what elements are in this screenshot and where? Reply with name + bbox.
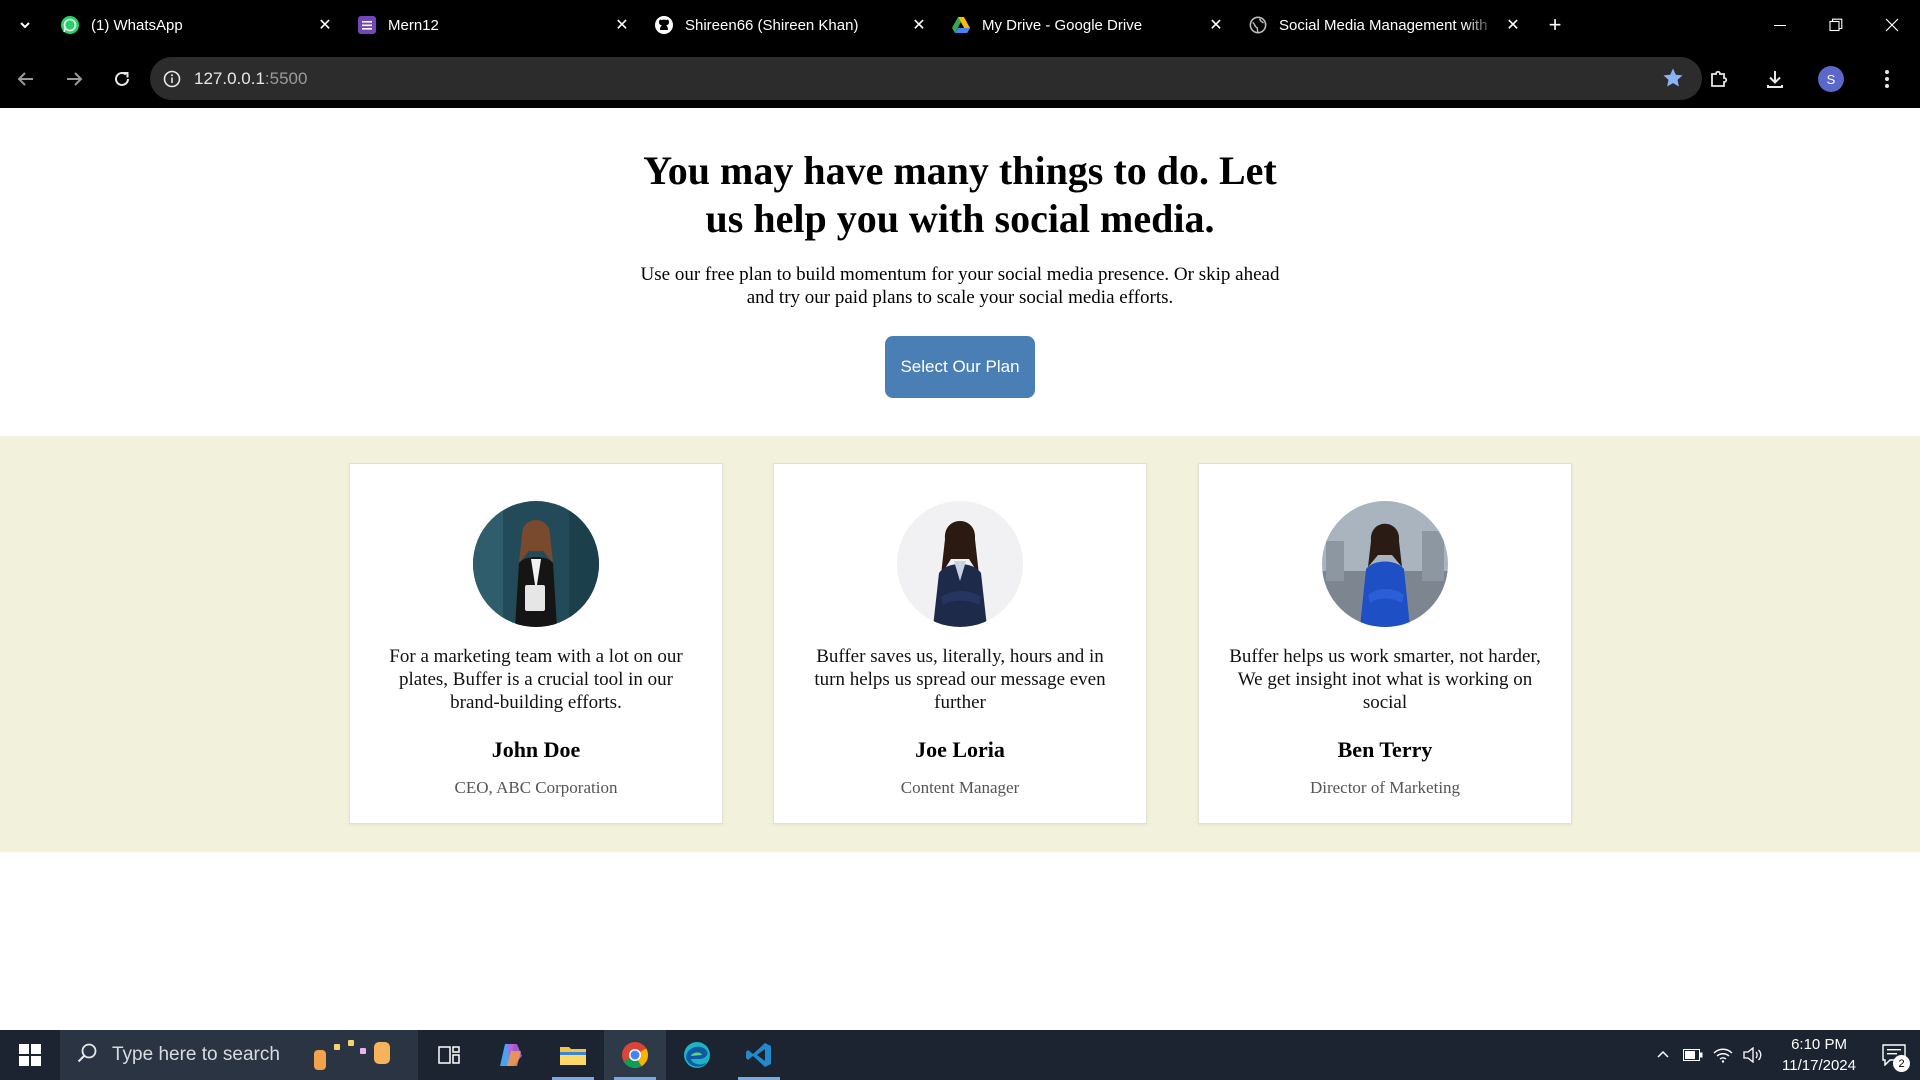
chrome-icon[interactable] [604,1030,666,1080]
testimonial-role: Director of Marketing [1309,778,1461,797]
minimize-icon[interactable] [1752,0,1808,50]
clock-time: 6:10 PM [1791,1036,1847,1053]
tab-title: Shireen66 (Shireen Khan) [685,16,859,34]
windows-start-icon[interactable] [0,1030,60,1080]
system-clock[interactable]: 6:10 PM 11/17/2024 [1782,1034,1856,1076]
wifi-icon[interactable] [1708,1030,1738,1080]
close-tab-icon[interactable]: ✕ [1206,15,1226,35]
close-window-icon[interactable] [1864,0,1920,50]
google-drive-icon [951,15,971,35]
whatsapp-icon [60,15,80,35]
close-tab-icon[interactable]: ✕ [909,15,929,35]
taskbar-search-box[interactable]: Type here to search [60,1030,418,1080]
tab-title: (1) WhatsApp [91,16,183,34]
hero-title: You may have many things to do. Let us h… [643,148,1277,241]
globe-icon [1248,15,1268,35]
address-bar[interactable]: 127.0.0.1:5500 [150,57,1702,100]
testimonial-name: Ben Terry [1337,737,1433,762]
system-tray: 6:10 PM 11/17/2024 2 [1648,1030,1920,1080]
profile-avatar[interactable]: S [1808,56,1854,102]
reload-icon[interactable] [100,57,144,101]
search-placeholder: Type here to search [112,1044,280,1065]
download-icon[interactable] [1752,56,1798,102]
bookmark-star-icon[interactable] [1662,67,1684,94]
select-plan-button[interactable]: Select Our Plan [885,336,1035,398]
windows-taskbar: Type here to search 6:10 PM 11/17/2024 2 [0,1030,1920,1080]
tab-whatsapp[interactable]: (1) WhatsApp ✕ [50,7,347,43]
close-tab-icon[interactable]: ✕ [612,15,632,35]
new-tab-plus-icon[interactable]: + [1535,7,1575,43]
url-port: :5500 [264,68,308,88]
tab-mern12[interactable]: Mern12 ✕ [347,7,644,43]
tab-search-chevron-icon[interactable] [0,0,50,50]
avatar [473,501,599,627]
testimonial-card: Buffer helps us work smarter, not harder… [1198,463,1572,824]
browser-toolbar: 127.0.0.1:5500 S [0,50,1920,108]
tab-title: My Drive - Google Drive [982,16,1143,34]
extensions-puzzle-icon[interactable] [1696,56,1742,102]
volume-icon[interactable] [1738,1030,1768,1080]
task-view-icon[interactable] [418,1030,480,1080]
site-info-icon[interactable] [150,57,194,100]
tab-google-drive[interactable]: My Drive - Google Drive ✕ [941,7,1238,43]
notification-center-icon[interactable]: 2 [1874,1030,1914,1080]
profile-initial: S [1818,66,1844,92]
hero-section: You may have many things to do. Let us h… [0,108,1920,436]
testimonial-card: Buffer saves us, literally, hours and in… [773,463,1147,824]
clock-date: 11/17/2024 [1782,1057,1856,1074]
tab-title: Mern12 [388,16,439,34]
hero-subtitle: Use our free plan to build momentum for … [640,264,1280,308]
tab-title: Social Media Management with [1279,16,1488,34]
search-icon [76,1042,98,1069]
testimonial-card: For a marketing team with a lot on our p… [349,463,723,824]
avatar [1322,501,1448,627]
kebab-menu-icon[interactable] [1864,56,1910,102]
testimonial-quote: Buffer helps us work smarter, not harder… [1229,646,1541,713]
browser-tab-strip: (1) WhatsApp ✕ Mern12 ✕ Shireen66 (Shire… [0,0,1920,50]
vscode-icon[interactable] [728,1030,790,1080]
testimonial-name: John Doe [491,737,581,762]
tab-github[interactable]: Shireen66 (Shireen Khan) ✕ [644,7,941,43]
forms-icon [357,15,377,35]
testimonial-quote: For a marketing team with a lot on our p… [389,646,683,713]
testimonial-role: CEO, ABC Corporation [454,778,618,797]
url-text: 127.0.0.1:5500 [194,69,307,89]
search-highlight-illustration-icon [308,1038,404,1072]
close-tab-icon[interactable]: ✕ [1503,15,1523,35]
notification-count-badge: 2 [1893,1055,1910,1072]
toolbar-actions: S [1696,50,1920,108]
forward-arrow-icon[interactable] [52,57,96,101]
url-host: 127.0.0.1 [194,68,265,88]
file-explorer-icon[interactable] [542,1030,604,1080]
avatar [897,501,1023,627]
testimonial-name: Joe Loria [915,737,1005,762]
testimonials-section: For a marketing team with a lot on our p… [0,436,1920,852]
tab-social-media-management[interactable]: Social Media Management with ✕ [1238,7,1535,43]
back-arrow-icon[interactable] [4,57,48,101]
window-controls [1752,0,1920,50]
restore-icon[interactable] [1808,0,1864,50]
chevron-up-icon[interactable] [1648,1030,1678,1080]
battery-icon[interactable] [1678,1030,1708,1080]
edge-icon[interactable] [666,1030,728,1080]
testimonial-role: Content Manager [900,778,1020,797]
testimonial-quote: Buffer saves us, literally, hours and in… [814,646,1106,713]
copilot-icon[interactable] [480,1030,542,1080]
close-tab-icon[interactable]: ✕ [315,15,335,35]
github-icon [654,15,674,35]
